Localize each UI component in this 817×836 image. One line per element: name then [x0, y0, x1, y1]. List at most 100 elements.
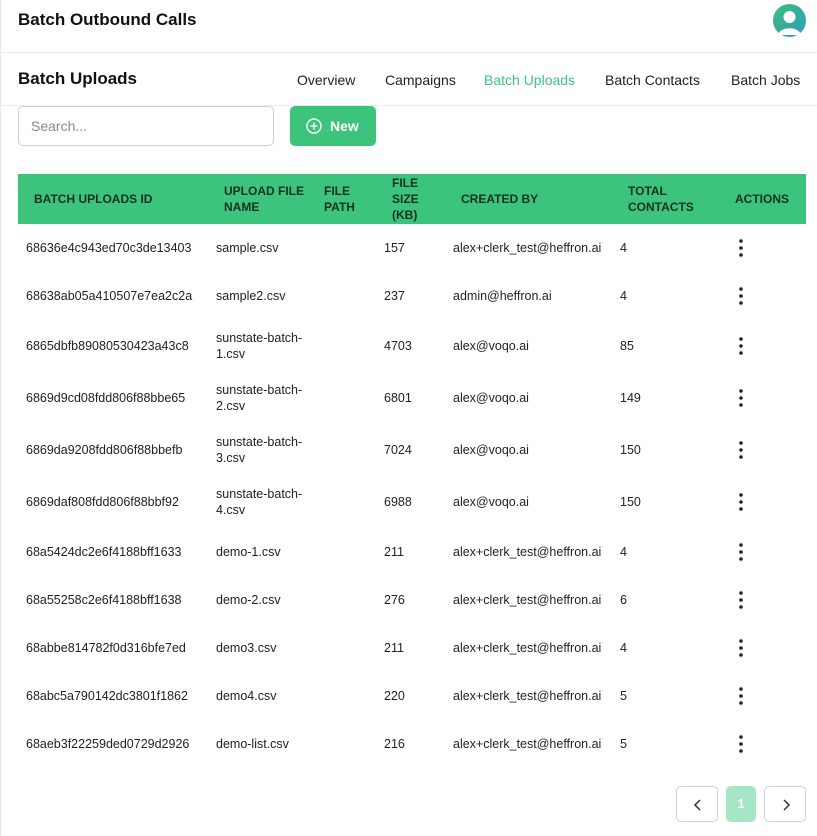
row-actions-button[interactable]	[730, 685, 752, 707]
column-header-file-path[interactable]: FILE PATH	[324, 183, 374, 215]
row-actions-button[interactable]	[730, 439, 752, 461]
sub-header: Batch Uploads Overview Campaigns Batch U…	[0, 53, 817, 106]
column-header-total-contacts[interactable]: TOTAL CONTACTS	[628, 183, 708, 215]
chevron-left-icon	[693, 799, 701, 811]
vertical-dots-icon	[739, 239, 743, 257]
column-header-id[interactable]: BATCH UPLOADS ID	[34, 191, 152, 207]
cell-file-name: demo-1.csv	[216, 545, 281, 559]
cell-file-name: demo3.csv	[216, 641, 277, 655]
table-row: 68638ab05a410507e7ea2c2a sample2.csv 237 ad…	[18, 272, 806, 320]
cell-file-size: 276	[384, 593, 405, 607]
cell-total-contacts: 4	[620, 545, 627, 559]
vertical-dots-icon	[739, 687, 743, 705]
cell-total-contacts: 5	[620, 689, 627, 703]
cell-batch-id: 68a5424dc2e6f4188bff1633	[26, 545, 182, 559]
table-row: 6869daf808fdd806f88bbf92 sunstate-batch-4…	[18, 476, 806, 528]
batch-uploads-table: BATCH UPLOADS ID UPLOAD FILE NAME FILE P…	[18, 174, 806, 768]
table-row: 68a5424dc2e6f4188bff1633 demo-1.csv 211 ale…	[18, 528, 806, 576]
cell-file-size: 4703	[384, 339, 412, 353]
cell-batch-id: 6865dbfb89080530423a43c8	[26, 339, 189, 353]
cell-created-by: alex@voqo.ai	[453, 339, 529, 353]
vertical-dots-icon	[739, 287, 743, 305]
previous-page-button[interactable]	[676, 786, 718, 822]
row-actions-button[interactable]	[730, 237, 752, 259]
vertical-dots-icon	[739, 591, 743, 609]
row-actions-button[interactable]	[730, 491, 752, 513]
cell-total-contacts: 4	[620, 641, 627, 655]
cell-file-name: sample.csv	[216, 241, 279, 255]
search-input[interactable]	[18, 106, 274, 146]
cell-batch-id: 68abbe814782f0d316bfe7ed	[26, 641, 186, 655]
column-header-file-size[interactable]: FILE SIZE (KB)	[392, 175, 432, 223]
vertical-dots-icon	[739, 441, 743, 459]
app-title: Batch Outbound Calls	[18, 10, 197, 29]
row-actions-button[interactable]	[730, 541, 752, 563]
row-actions-button[interactable]	[730, 589, 752, 611]
cell-created-by: alex+clerk_test@heffron.ai	[453, 737, 602, 751]
user-avatar-icon[interactable]	[773, 4, 806, 37]
table-row: 6869d9cd08fdd806f88bbe65 sunstate-batch-2…	[18, 372, 806, 424]
next-page-button[interactable]	[764, 786, 806, 822]
cell-file-name: sunstate-batch-2.csv	[216, 383, 303, 413]
cell-created-by: alex@voqo.ai	[453, 391, 529, 405]
cell-file-name: demo-list.csv	[216, 737, 289, 751]
vertical-dots-icon	[739, 543, 743, 561]
tab-batch-jobs[interactable]: Batch Jobs	[731, 72, 800, 88]
cell-created-by: alex@voqo.ai	[453, 443, 529, 457]
plus-circle-icon	[306, 118, 322, 134]
row-actions-button[interactable]	[730, 387, 752, 409]
cell-created-by: alex+clerk_test@heffron.ai	[453, 545, 602, 559]
cell-total-contacts: 150	[620, 495, 641, 509]
cell-batch-id: 68aeb3f22259ded0729d2926	[26, 737, 190, 751]
cell-batch-id: 68638ab05a410507e7ea2c2a	[26, 289, 193, 303]
cell-batch-id: 68636e4c943ed70c3de13403	[26, 241, 192, 255]
table-header: BATCH UPLOADS ID UPLOAD FILE NAME FILE P…	[18, 174, 806, 224]
vertical-dots-icon	[739, 493, 743, 511]
cell-file-size: 216	[384, 737, 405, 751]
cell-total-contacts: 149	[620, 391, 641, 405]
column-header-file-name[interactable]: UPLOAD FILE NAME	[224, 183, 304, 215]
cell-file-name: sample2.csv	[216, 289, 286, 303]
table-row: 6865dbfb89080530423a43c8 sunstate-batch-1…	[18, 320, 806, 372]
cell-total-contacts: 4	[620, 289, 627, 303]
cell-created-by: alex+clerk_test@heffron.ai	[453, 593, 602, 607]
vertical-dots-icon	[739, 735, 743, 753]
table-row: 68abc5a790142dc3801f1862 demo4.csv 220 alex…	[18, 672, 806, 720]
cell-batch-id: 6869da9208fdd806f88bbefb	[26, 443, 183, 457]
cell-file-size: 220	[384, 689, 405, 703]
chevron-right-icon	[783, 799, 791, 811]
table-row: 6869da9208fdd806f88bbefb sunstate-batch-3…	[18, 424, 806, 476]
row-actions-button[interactable]	[730, 637, 752, 659]
table-row: 68a55258c2e6f4188bff1638 demo-2.csv 276 ale…	[18, 576, 806, 624]
cell-file-size: 157	[384, 241, 405, 255]
app-header: Batch Outbound Calls	[0, 0, 817, 53]
cell-created-by: alex+clerk_test@heffron.ai	[453, 641, 602, 655]
cell-created-by: alex@voqo.ai	[453, 495, 529, 509]
tab-campaigns[interactable]: Campaigns	[385, 72, 456, 88]
tab-nav: Overview Campaigns Batch Uploads Batch C…	[0, 72, 817, 92]
row-actions-button[interactable]	[730, 285, 752, 307]
page-number-current[interactable]: 1	[726, 786, 756, 822]
cell-file-size: 211	[384, 545, 404, 559]
cell-total-contacts: 6	[620, 593, 627, 607]
tab-batch-contacts[interactable]: Batch Contacts	[605, 72, 700, 88]
cell-file-name: demo-2.csv	[216, 593, 281, 607]
cell-file-size: 6988	[384, 495, 412, 509]
row-actions-button[interactable]	[730, 733, 752, 755]
cell-created-by: alex+clerk_test@heffron.ai	[453, 689, 602, 703]
column-header-actions: ACTIONS	[735, 192, 789, 206]
vertical-dots-icon	[739, 389, 743, 407]
cell-file-size: 211	[384, 641, 404, 655]
cell-batch-id: 6869d9cd08fdd806f88bbe65	[26, 391, 186, 405]
cell-file-name: sunstate-batch-4.csv	[216, 487, 303, 517]
new-button[interactable]: New	[290, 106, 376, 146]
cell-total-contacts: 5	[620, 737, 627, 751]
column-header-created-by[interactable]: CREATED BY	[461, 191, 538, 207]
tab-batch-uploads[interactable]: Batch Uploads	[484, 72, 575, 88]
vertical-dots-icon	[739, 337, 743, 355]
table-row: 68636e4c943ed70c3de13403 sample.csv 157 ale…	[18, 224, 806, 272]
table-row: 68abbe814782f0d316bfe7ed demo3.csv 211 alex…	[18, 624, 806, 672]
tab-overview[interactable]: Overview	[297, 72, 355, 88]
cell-created-by: alex+clerk_test@heffron.ai	[453, 241, 602, 255]
row-actions-button[interactable]	[730, 335, 752, 357]
